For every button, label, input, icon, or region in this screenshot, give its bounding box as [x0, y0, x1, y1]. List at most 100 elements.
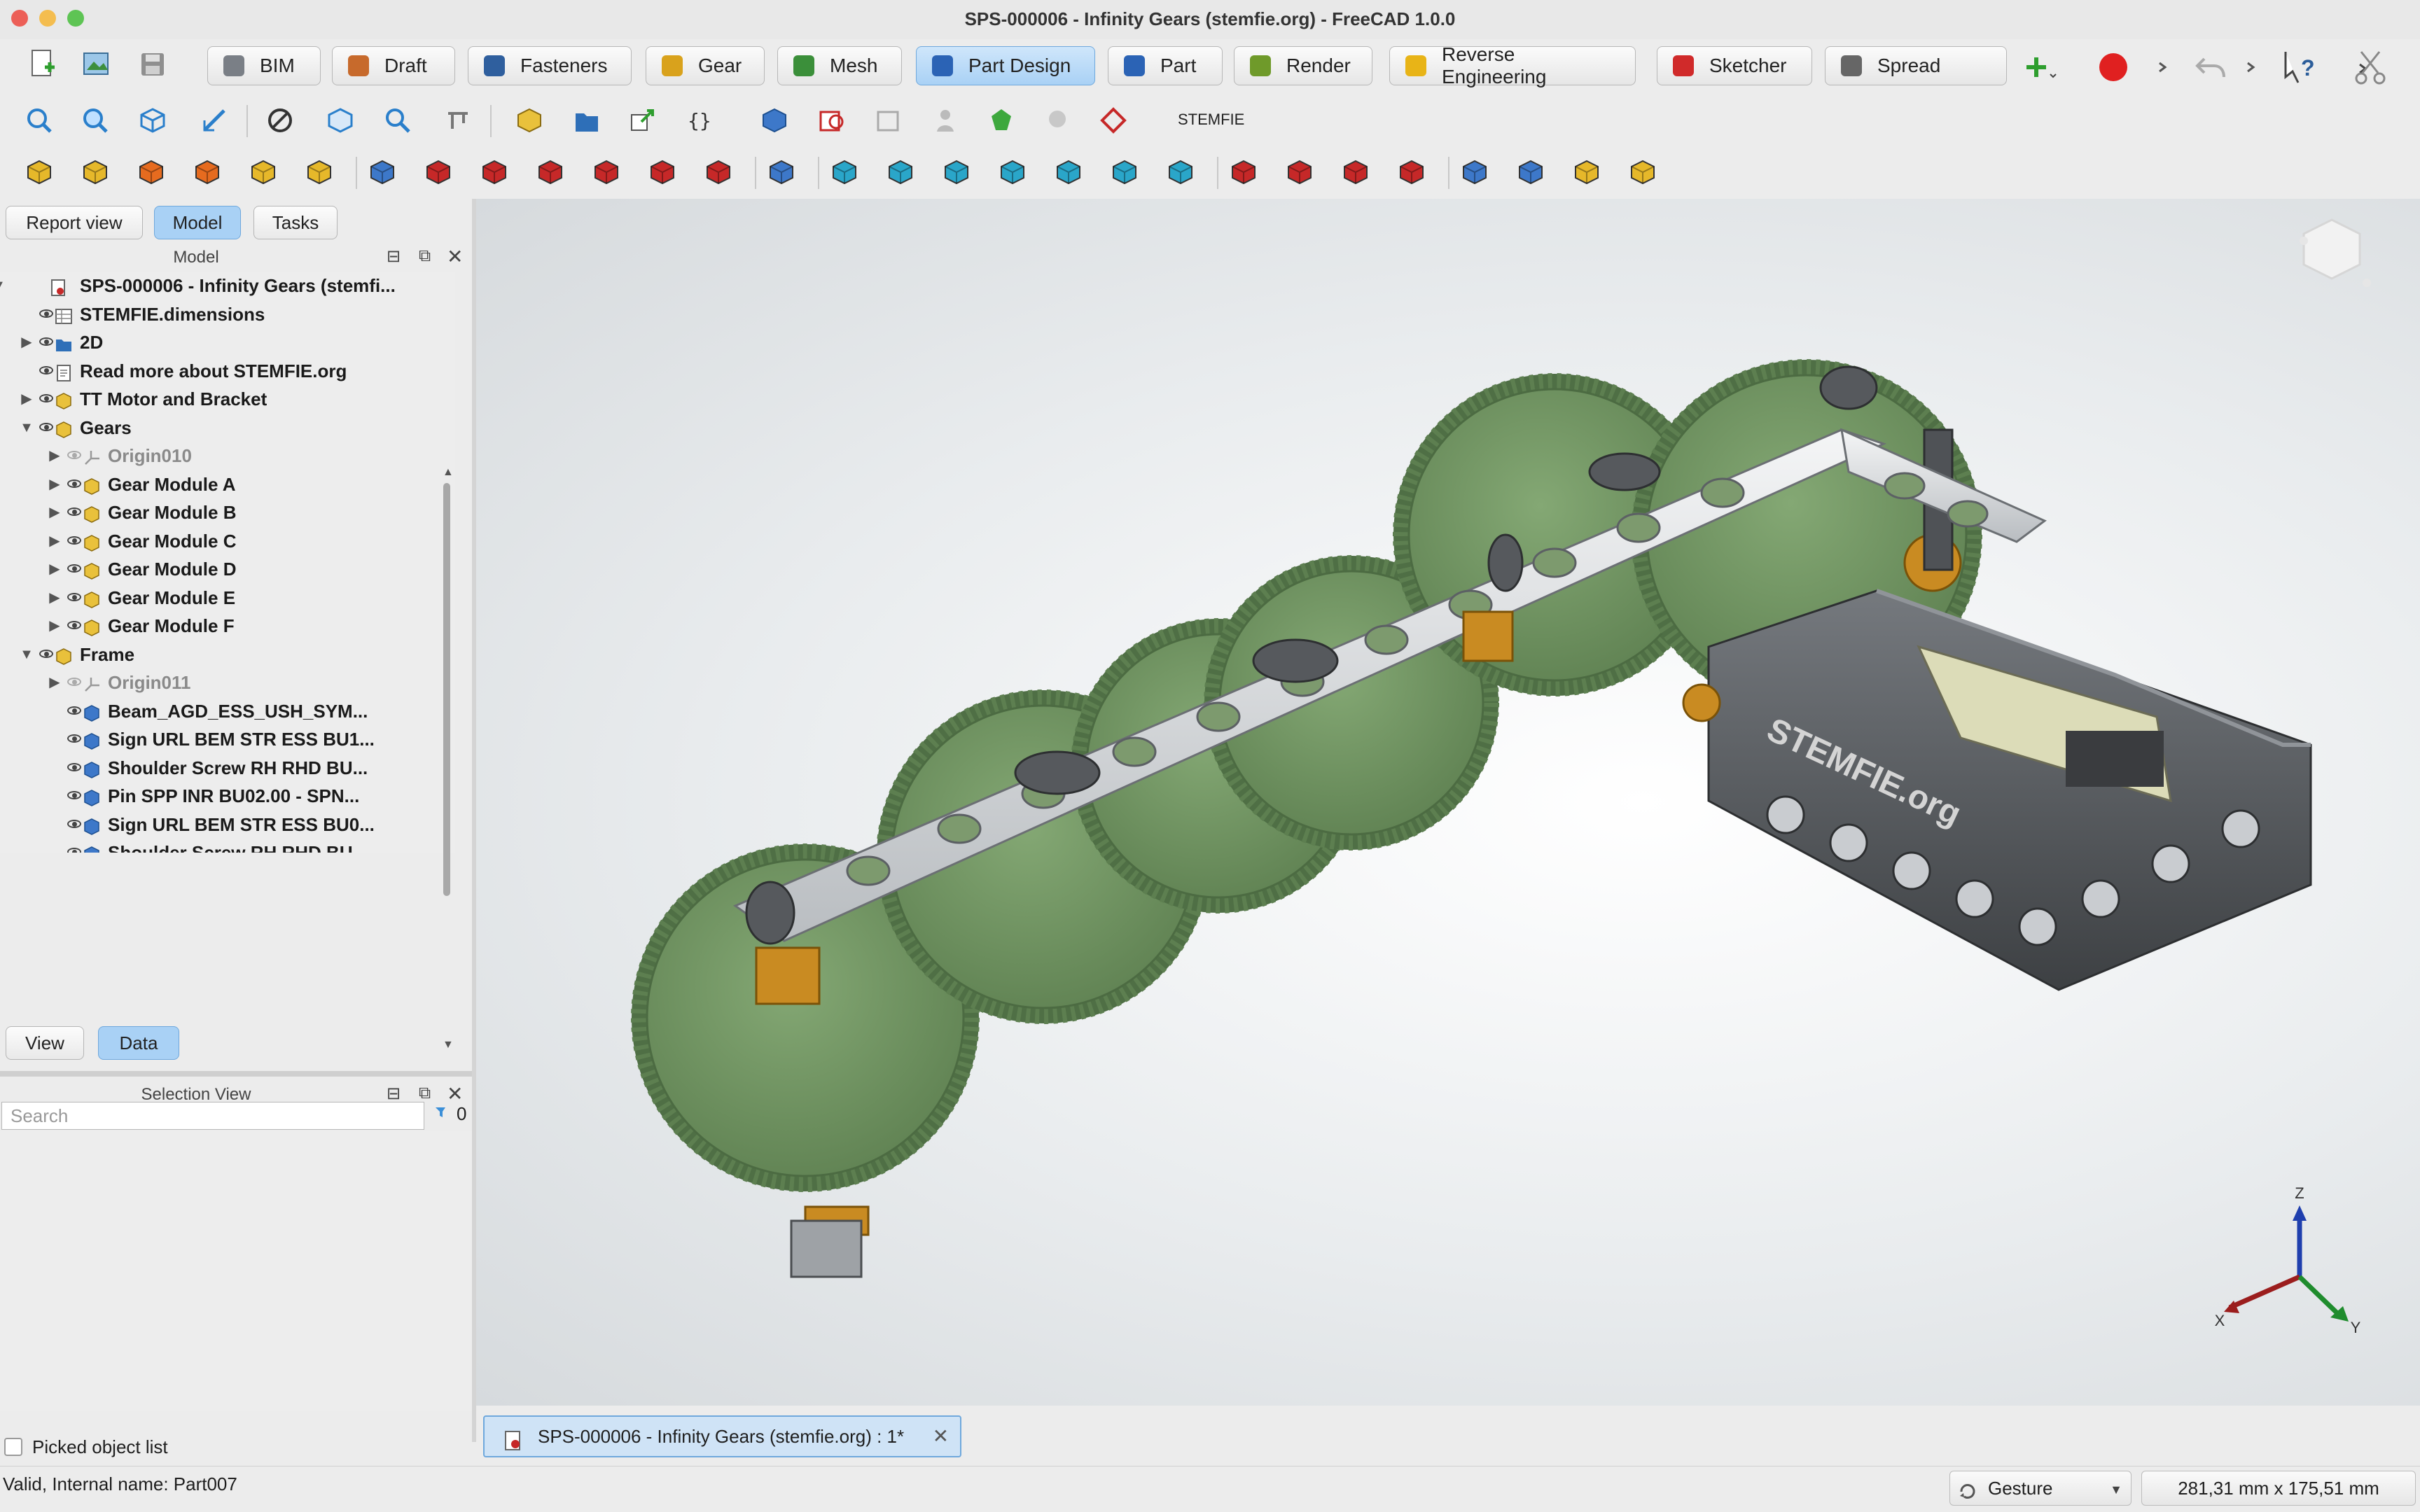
chevron-right-icon[interactable]	[2153, 52, 2174, 83]
tree-item[interactable]: ▶ Gear Module F	[0, 612, 448, 640]
tree-item[interactable]: Pin SPP INR BU02.00 - SPN...	[0, 782, 448, 810]
chevron-right-icon[interactable]: ▶	[46, 498, 63, 526]
workbench-tab-part[interactable]: Part	[1108, 46, 1223, 85]
add-workbench-icon[interactable]	[2022, 52, 2057, 83]
chevron-right-icon[interactable]: ▶	[46, 668, 63, 696]
shapebinder-dim-icon[interactable]	[1043, 106, 1071, 134]
tree-item[interactable]: ▶ Origin010	[0, 442, 448, 470]
pocket-icon[interactable]	[368, 158, 396, 186]
collapse-panel-icon[interactable]: ⊟	[387, 246, 401, 267]
tree-item[interactable]: Sign URL BEM STR ESS BU0...	[0, 811, 448, 839]
create-part-icon[interactable]	[515, 106, 543, 134]
workbench-tab-spread[interactable]: Spread	[1825, 46, 2007, 85]
tab-data[interactable]: Data	[98, 1026, 179, 1060]
visibility-eye-icon[interactable]	[67, 592, 83, 604]
open-document-icon[interactable]	[78, 46, 115, 83]
revolution-icon[interactable]	[81, 158, 109, 186]
additive-pipe-icon[interactable]	[193, 158, 221, 186]
panel-splitter[interactable]	[0, 1071, 472, 1077]
subtractive-primitive-icon[interactable]	[704, 158, 732, 186]
chevron-down-icon[interactable]: ▼	[18, 414, 35, 442]
visibility-eye-icon[interactable]	[67, 762, 83, 774]
tree-item[interactable]: Shoulder Screw RH RHD BU...	[0, 839, 448, 853]
selection-search-input[interactable]	[1, 1102, 424, 1130]
additive-helix-icon[interactable]	[249, 158, 277, 186]
subtractive-helix-icon[interactable]	[648, 158, 676, 186]
variable-set-icon[interactable]: {}	[686, 106, 714, 134]
chevron-right-icon[interactable]: ▶	[46, 555, 63, 583]
tree-item[interactable]: STEMFIE.dimensions	[0, 300, 448, 328]
navigation-cube[interactable]	[2300, 218, 2371, 287]
visibility-eye-icon[interactable]	[67, 846, 83, 853]
subtractive-pipe-icon[interactable]	[592, 158, 620, 186]
body-icon[interactable]	[760, 106, 788, 134]
tree-item[interactable]: ▶ Gear Module E	[0, 584, 448, 612]
visibility-eye-icon[interactable]	[67, 705, 83, 718]
selection-list[interactable]	[0, 1131, 472, 1411]
additive-loft-icon[interactable]	[137, 158, 165, 186]
link-actions-icon[interactable]	[629, 106, 657, 134]
groove-icon[interactable]	[480, 158, 508, 186]
clone-icon[interactable]	[931, 106, 959, 134]
fillet-icon[interactable]	[1230, 158, 1258, 186]
draw-style-icon[interactable]	[266, 106, 294, 134]
collapse-panel-icon[interactable]: ⊟	[387, 1084, 401, 1104]
create-sketch-icon[interactable]	[818, 106, 846, 134]
new-document-icon[interactable]	[24, 46, 60, 83]
tab-report-view[interactable]: Report view	[6, 206, 143, 239]
transform-three-icon[interactable]	[1167, 158, 1195, 186]
validate-sketch-icon[interactable]	[875, 106, 903, 134]
workbench-tab-sketcher[interactable]: Sketcher	[1657, 46, 1812, 85]
workbench-tab-bim[interactable]: BIM	[207, 46, 321, 85]
tab-model[interactable]: Model	[154, 206, 241, 239]
linear-pattern-icon[interactable]	[886, 158, 915, 186]
visibility-eye-icon[interactable]	[39, 308, 55, 321]
close-panel-icon[interactable]: ✕	[447, 245, 463, 268]
visibility-eye-icon[interactable]	[67, 790, 83, 802]
chevron-down-icon[interactable]: ▼	[18, 640, 35, 668]
picked-object-list-checkbox[interactable]	[4, 1438, 22, 1456]
sprocket-icon[interactable]	[1461, 158, 1489, 186]
tree-item[interactable]: Sign URL BEM STR ESS BU1...	[0, 725, 448, 753]
3d-viewport[interactable]: STEMFIE.org Z X Y	[476, 199, 2420, 1406]
tree-scrollbar[interactable]: ▲ ▼	[443, 466, 454, 1051]
visibility-eye-icon[interactable]	[67, 676, 83, 689]
chevron-down-icon[interactable]: ▼	[0, 272, 7, 300]
3d-model[interactable]: STEMFIE.org	[631, 359, 2312, 1278]
tree-item[interactable]: Read more about STEMFIE.org	[0, 357, 448, 385]
navigation-style-button[interactable]: Gesture ▼	[1949, 1471, 2132, 1506]
workbench-tab-part-design[interactable]: Part Design	[916, 46, 1095, 85]
create-group-icon[interactable]	[573, 106, 601, 134]
zoom-icon[interactable]	[384, 106, 412, 134]
visibility-eye-icon[interactable]	[39, 365, 55, 377]
shape-binder-icon[interactable]	[987, 106, 1015, 134]
whats-this-help-icon[interactable]: ?	[2280, 48, 2319, 87]
tree-item[interactable]: Shoulder Screw RH RHD BU...	[0, 754, 448, 782]
additive-primitive-icon[interactable]	[305, 158, 333, 186]
tree-item[interactable]: Beam_AGD_ESS_USH_SYM...	[0, 697, 448, 725]
workbench-tab-draft[interactable]: Draft	[332, 46, 455, 85]
chevron-right-icon[interactable]: ▶	[46, 612, 63, 640]
tree-item[interactable]: ▼ Gears	[0, 414, 448, 442]
tab-tasks[interactable]: Tasks	[253, 206, 338, 239]
workbench-tab-reverse-engineering[interactable]: Reverse Engineering	[1389, 43, 1636, 88]
scaled-icon[interactable]	[999, 158, 1027, 186]
multi-transform-icon[interactable]	[1055, 158, 1083, 186]
document-tab[interactable]: SPS-000006 - Infinity Gears (stemfie.org…	[483, 1415, 962, 1457]
visibility-eye-icon[interactable]	[67, 563, 83, 575]
tree-item[interactable]: ▶ TT Motor and Bracket	[0, 385, 448, 413]
workbench-tab-gear[interactable]: Gear	[646, 46, 765, 85]
workbench-tab-mesh[interactable]: Mesh	[777, 46, 902, 85]
close-panel-icon[interactable]: ✕	[447, 1082, 463, 1105]
chevron-right-icon[interactable]: ▶	[18, 328, 35, 356]
chevron-right-icon[interactable]	[2241, 52, 2262, 83]
visibility-eye-icon[interactable]	[39, 648, 55, 661]
cut-icon[interactable]	[2353, 48, 2388, 87]
draft-feature-icon[interactable]	[1342, 158, 1370, 186]
gear-wizard-icon[interactable]	[1629, 158, 1657, 186]
tree-item[interactable]: ▶ Gear Module B	[0, 498, 448, 526]
save-document-icon[interactable]	[134, 46, 171, 83]
visibility-eye-icon[interactable]	[67, 620, 83, 632]
measure-distance-icon[interactable]	[444, 106, 472, 134]
visibility-eye-icon[interactable]	[67, 478, 83, 491]
